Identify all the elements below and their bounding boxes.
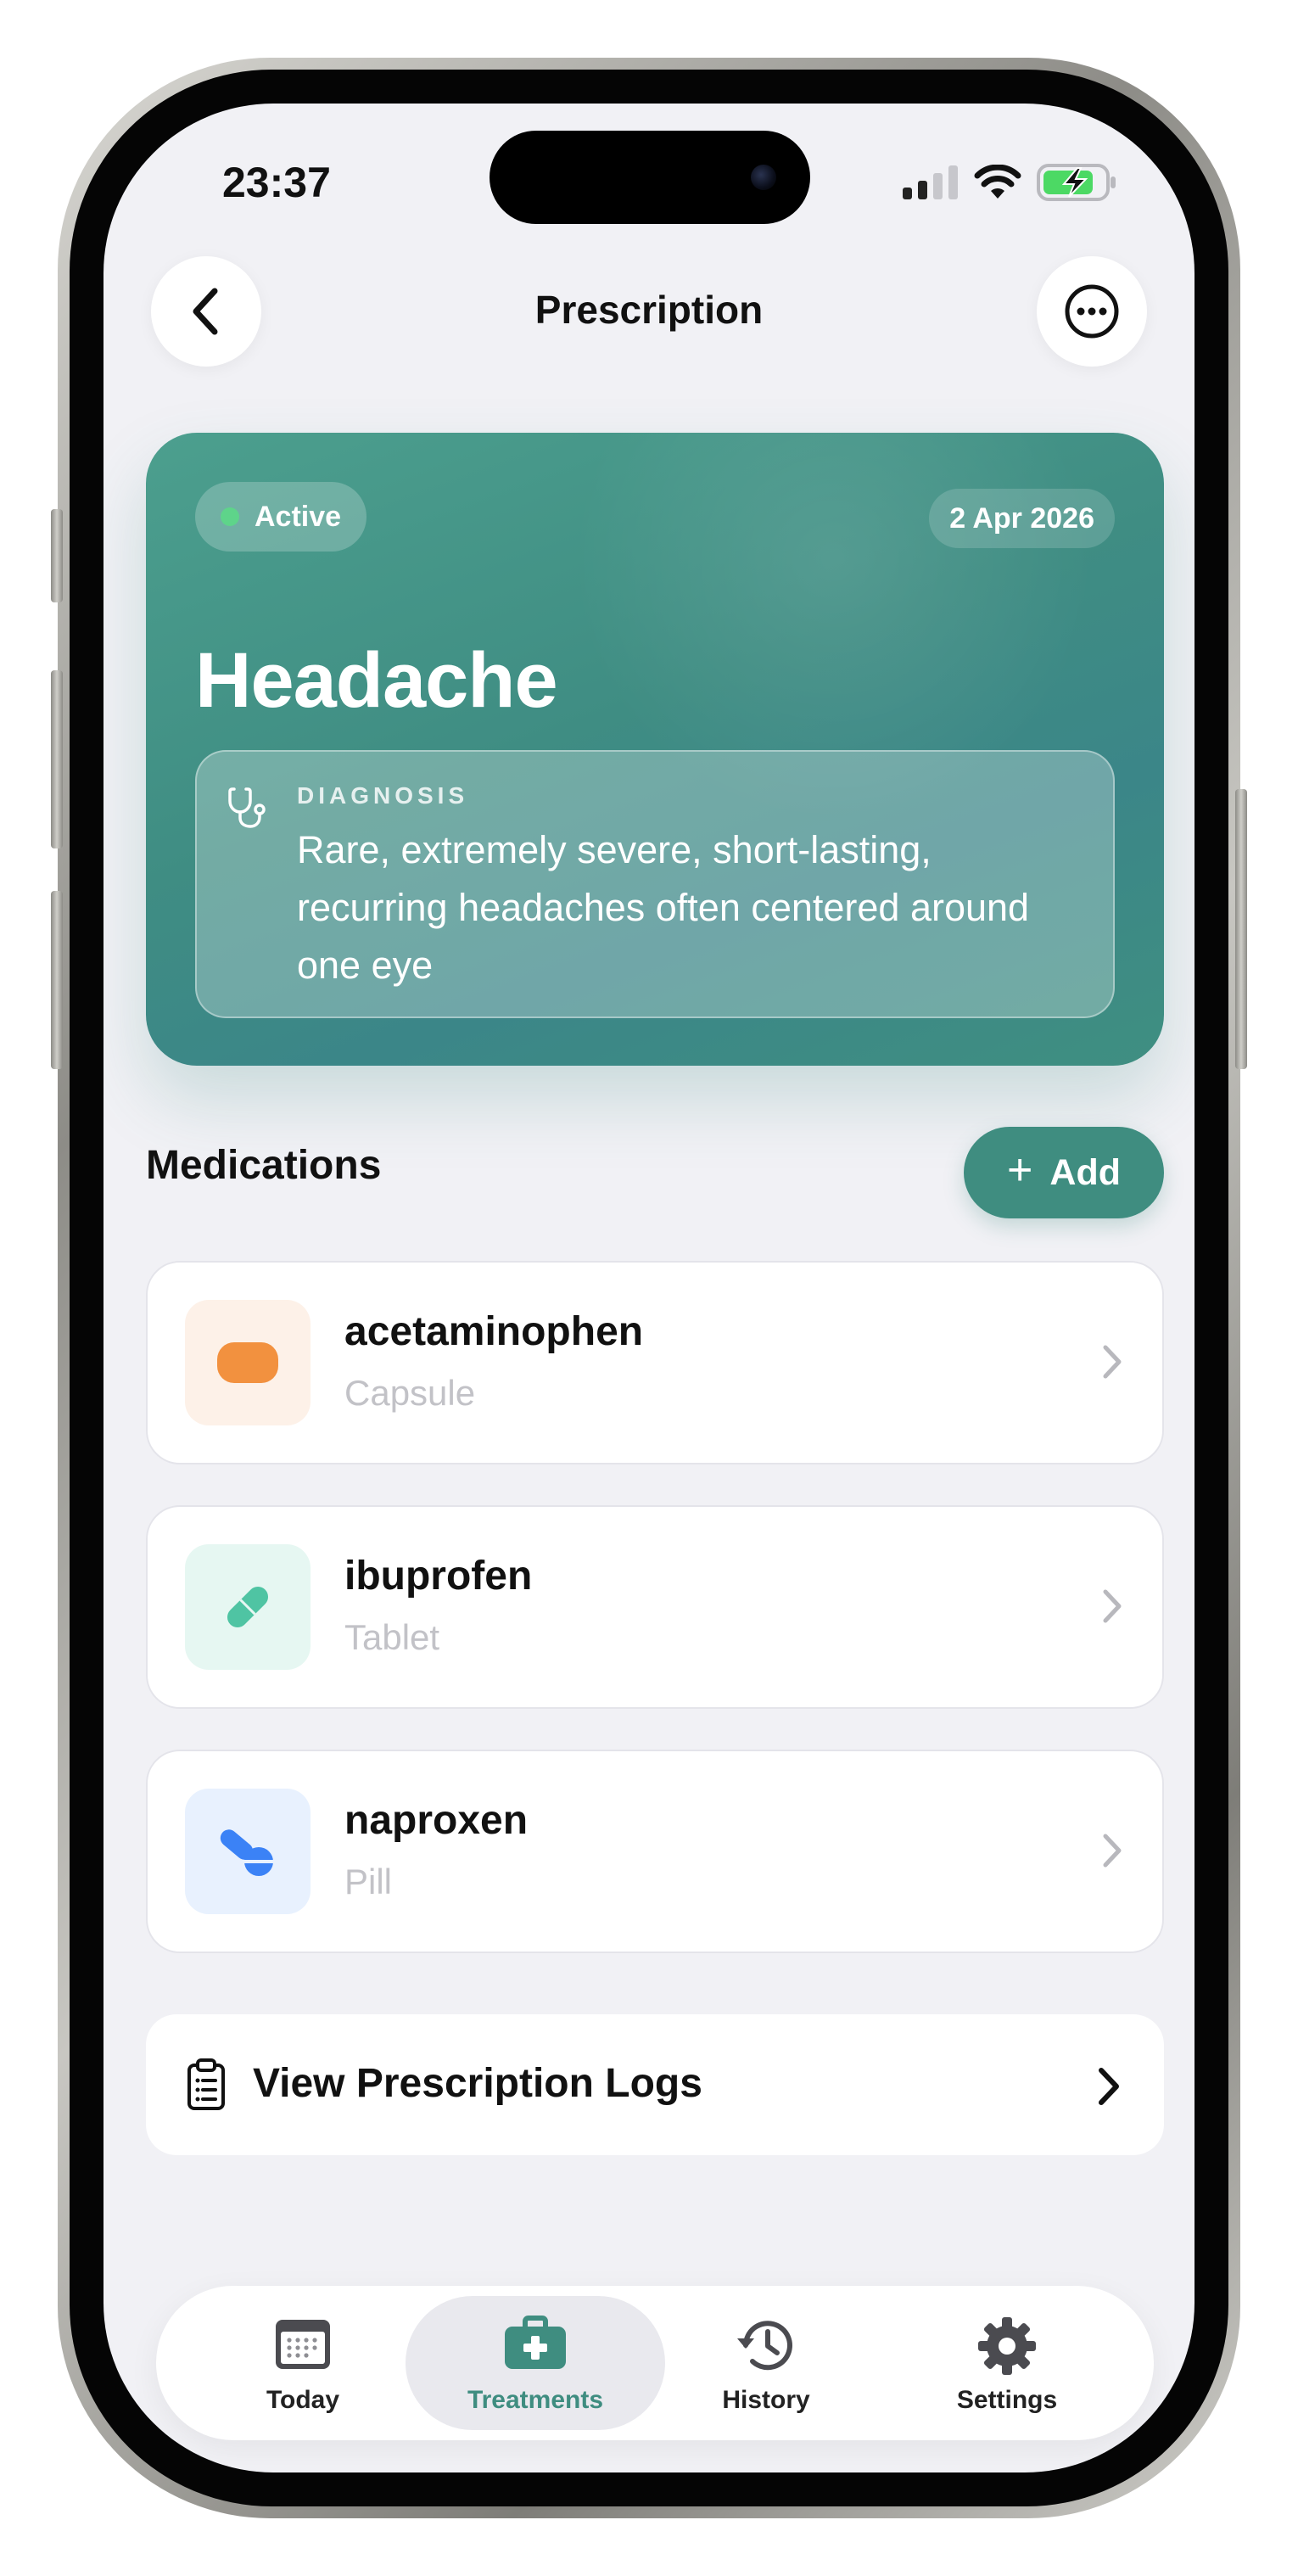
add-medication-button[interactable]: + Add bbox=[964, 1127, 1164, 1218]
clipboard-list-icon bbox=[187, 2058, 225, 2110]
medication-name: ibuprofen bbox=[344, 1554, 533, 1599]
capsule-icon bbox=[217, 1342, 278, 1383]
chevron-right-icon bbox=[1103, 1345, 1122, 1379]
page-title: Prescription bbox=[534, 288, 764, 332]
medication-name: acetaminophen bbox=[344, 1309, 644, 1354]
power-button bbox=[1235, 789, 1247, 1069]
status-time: 23:37 bbox=[222, 159, 331, 206]
history-icon bbox=[737, 2321, 792, 2371]
diagnosis-text: Rare, extremely severe, short-lasting, r… bbox=[297, 828, 1030, 987]
status-badge: Active bbox=[195, 482, 367, 552]
view-logs-button[interactable]: View Prescription Logs bbox=[146, 2014, 1164, 2155]
medication-type: Tablet bbox=[344, 1617, 440, 1657]
pill-icon bbox=[220, 1829, 273, 1876]
tab-today[interactable]: Today bbox=[173, 2296, 433, 2430]
prescription-card: Active 2 Apr 2026 Headache DIAGNOSIS Rar… bbox=[146, 433, 1164, 1066]
status-label: Active bbox=[255, 500, 342, 533]
ellipsis-circle-icon bbox=[1065, 284, 1119, 339]
medication-type: Pill bbox=[344, 1862, 393, 1901]
tab-label: Treatments bbox=[467, 2386, 604, 2414]
prescription-date: 2 Apr 2026 bbox=[929, 489, 1115, 548]
medication-card-naproxen[interactable]: naproxen Pill bbox=[146, 1750, 1164, 1953]
tab-label: History bbox=[722, 2386, 810, 2414]
calendar-icon bbox=[276, 2320, 330, 2369]
medications-heading: Medications bbox=[146, 1143, 382, 1188]
tab-label: Settings bbox=[956, 2386, 1058, 2414]
tab-label: Today bbox=[266, 2386, 340, 2414]
medication-card-ibuprofen[interactable]: ibuprofen Tablet bbox=[146, 1505, 1164, 1709]
medication-thumb bbox=[185, 1544, 311, 1670]
signal-icon bbox=[903, 165, 958, 199]
chevron-right-icon bbox=[1099, 2068, 1119, 2105]
diagnosis-label: DIAGNOSIS bbox=[297, 782, 469, 809]
battery-charging-icon bbox=[1037, 164, 1116, 201]
medication-card-acetaminophen[interactable]: acetaminophen Capsule bbox=[146, 1261, 1164, 1464]
stethoscope-icon bbox=[228, 787, 266, 828]
dynamic-island bbox=[490, 131, 810, 224]
medical-kit-icon bbox=[505, 2316, 566, 2369]
volume-down-button bbox=[51, 891, 63, 1069]
tab-treatments[interactable]: Treatments bbox=[406, 2296, 665, 2430]
medication-type: Capsule bbox=[344, 1373, 476, 1413]
wifi-icon bbox=[974, 165, 1021, 199]
action-button bbox=[51, 509, 63, 602]
status-dot bbox=[221, 507, 239, 526]
plus-icon: + bbox=[1007, 1145, 1033, 1195]
status-icons bbox=[903, 163, 1118, 202]
tab-settings[interactable]: Settings bbox=[877, 2296, 1137, 2430]
volume-up-button bbox=[51, 670, 63, 848]
medication-name: naproxen bbox=[344, 1798, 529, 1843]
tab-history[interactable]: History bbox=[636, 2296, 896, 2430]
add-button-label: Add bbox=[1049, 1151, 1121, 1193]
chevron-right-icon bbox=[1103, 1589, 1122, 1623]
gear-icon bbox=[978, 2317, 1036, 2375]
prescription-title: Headache bbox=[195, 637, 558, 724]
front-camera bbox=[751, 165, 776, 190]
app-screen: 23:37 Prescription Active 2 Apr 2026 Hea… bbox=[104, 104, 1194, 2472]
diagnosis-box: DIAGNOSIS Rare, extremely severe, short-… bbox=[195, 750, 1115, 1018]
more-options-button[interactable] bbox=[1037, 256, 1147, 367]
medication-thumb bbox=[185, 1789, 311, 1914]
tab-bar: Today Treatments History Settings bbox=[156, 2286, 1154, 2440]
medication-thumb bbox=[185, 1300, 311, 1425]
view-logs-label: View Prescription Logs bbox=[253, 2061, 702, 2106]
tablet-icon bbox=[227, 1586, 269, 1628]
chevron-right-icon bbox=[1103, 1834, 1122, 1868]
